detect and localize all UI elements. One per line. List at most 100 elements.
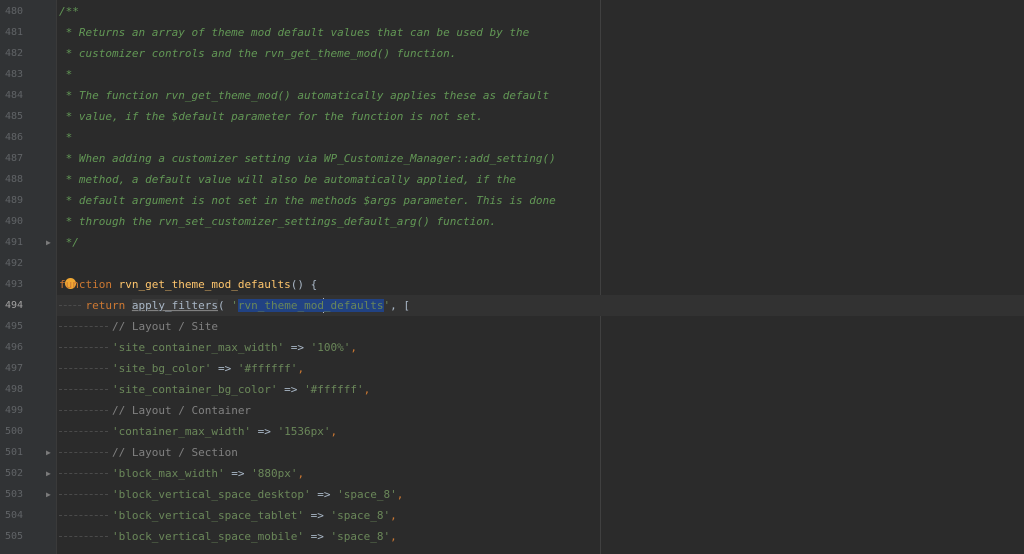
line-number: 489 xyxy=(5,195,24,206)
line-number: 486 xyxy=(5,132,24,143)
gutter-line-493[interactable]: 493 xyxy=(0,274,56,295)
doc-comment-text: /** xyxy=(59,5,79,18)
array-value: '100%' xyxy=(310,341,351,354)
line-number: 493 xyxy=(5,279,24,290)
code-text: * xyxy=(59,64,73,85)
gutter-line-496[interactable]: 496 xyxy=(0,337,56,358)
line-number: 498 xyxy=(5,384,24,395)
array-key: 'block_vertical_space_tablet' xyxy=(111,509,305,522)
gutter-line-491[interactable]: 491 ▶ xyxy=(0,232,56,253)
fold-arrow-icon[interactable]: ▶ xyxy=(46,442,51,463)
line-number: 504 xyxy=(5,510,24,521)
code-text: 'block_vertical_space_desktop' => 'space… xyxy=(59,484,403,505)
line-number: 487 xyxy=(5,153,24,164)
gutter-line-484[interactable]: 484 xyxy=(0,85,56,106)
comma: , xyxy=(297,362,305,375)
gutter-line-502[interactable]: 502 ▶ xyxy=(0,463,56,484)
gutter-line-489[interactable]: 489 xyxy=(0,190,56,211)
code-line-489[interactable]: * default argument is not set in the met… xyxy=(57,190,1024,211)
gutter-line-486[interactable]: 486 xyxy=(0,127,56,148)
gutter-line-497[interactable]: 497 xyxy=(0,358,56,379)
code-line-482[interactable]: * customizer controls and the rvn_get_th… xyxy=(57,43,1024,64)
line-number: 484 xyxy=(5,90,24,101)
gutter-line-501[interactable]: 501 ▶ xyxy=(0,442,56,463)
code-line-497[interactable]: 'site_bg_color' => '#ffffff', xyxy=(57,358,1024,379)
gutter-line-490[interactable]: 490 xyxy=(0,211,56,232)
gutter-line-498[interactable]: 498 xyxy=(0,379,56,400)
code-line-500[interactable]: 'container_max_width' => '1536px', xyxy=(57,421,1024,442)
gutter-line-487[interactable]: 487 xyxy=(0,148,56,169)
comma: , xyxy=(363,383,371,396)
doc-comment-text: * xyxy=(59,131,73,144)
gutter-line-494[interactable]: 494 xyxy=(0,295,56,316)
code-line-493[interactable]: function rvn_get_theme_mod_defaults() { xyxy=(57,274,1024,295)
array-value: 'space_8' xyxy=(337,488,397,501)
line-number: 483 xyxy=(5,69,24,80)
line-comment: // Layout / Section xyxy=(111,446,238,459)
fold-arrow-icon[interactable]: ▶ xyxy=(46,463,51,484)
gutter-line-492[interactable]: 492 xyxy=(0,253,56,274)
code-line-492[interactable] xyxy=(57,253,1024,274)
code-line-483[interactable]: * xyxy=(57,64,1024,85)
indent-guide xyxy=(59,305,82,306)
gutter-line-503[interactable]: 503 ▶ xyxy=(0,484,56,505)
gutter-line-504[interactable]: 504 xyxy=(0,505,56,526)
code-line-487[interactable]: * When adding a customizer setting via W… xyxy=(57,148,1024,169)
array-value: 'space_8' xyxy=(330,509,391,522)
code-line-488[interactable]: * method, a default value will also be a… xyxy=(57,169,1024,190)
code-line-484[interactable]: * The function rvn_get_theme_mod() autom… xyxy=(57,85,1024,106)
code-line-505[interactable]: 'block_vertical_space_mobile' => 'space_… xyxy=(57,526,1024,547)
code-line-485[interactable]: * value, if the $default parameter for t… xyxy=(57,106,1024,127)
line-number: 491 xyxy=(5,237,24,248)
code-line-486[interactable]: * xyxy=(57,127,1024,148)
doc-comment-text: * value, if the $default parameter for t… xyxy=(59,110,483,123)
comma: , xyxy=(396,488,404,501)
code-line-502[interactable]: 'block_max_width' => '880px', xyxy=(57,463,1024,484)
code-text: function rvn_get_theme_mod_defaults() { xyxy=(59,274,317,295)
code-line-501[interactable]: // Layout / Section xyxy=(57,442,1024,463)
code-line-494[interactable]: return apply_filters( 'rvn_theme_mod_def… xyxy=(57,295,1024,316)
code-text: * through the rvn_set_customizer_setting… xyxy=(59,211,496,232)
code-line-481[interactable]: * Returns an array of theme mod default … xyxy=(57,22,1024,43)
code-text: * value, if the $default parameter for t… xyxy=(59,106,483,127)
fold-arrow-icon[interactable]: ▶ xyxy=(46,232,51,253)
code-line-499[interactable]: // Layout / Container xyxy=(57,400,1024,421)
comma: , xyxy=(350,341,358,354)
code-line-480[interactable]: /** xyxy=(57,1,1024,22)
code-line-495[interactable]: // Layout / Site xyxy=(57,316,1024,337)
code-line-503[interactable]: 'block_vertical_space_desktop' => 'space… xyxy=(57,484,1024,505)
code-text: */ xyxy=(59,232,79,253)
gutter-line-481[interactable]: 481 xyxy=(0,22,56,43)
code-line-490[interactable]: * through the rvn_set_customizer_setting… xyxy=(57,211,1024,232)
indent-guide xyxy=(59,473,108,474)
gutter-line-495[interactable]: 495 xyxy=(0,316,56,337)
comma: , xyxy=(390,530,397,543)
line-number: 485 xyxy=(5,111,24,122)
line-number-gutter: 480 481 482 483 484 485 486 487 488 489 490 491 ▶ 492… xyxy=(0,0,57,554)
gutter-line-482[interactable]: 482 xyxy=(0,43,56,64)
indent-guide xyxy=(59,494,108,495)
indent-guide xyxy=(59,368,108,369)
gutter-line-499[interactable]: 499 xyxy=(0,400,56,421)
gutter-line-505[interactable]: 505 xyxy=(0,526,56,547)
gutter-line-483[interactable]: 483 xyxy=(0,64,56,85)
code-line-491[interactable]: */ xyxy=(57,232,1024,253)
code-editor[interactable]: /** * Returns an array of theme mod defa… xyxy=(57,0,1024,554)
array-key: 'block_vertical_space_mobile' xyxy=(111,530,305,543)
doc-comment-text: * xyxy=(59,68,73,81)
arrow-operator: => xyxy=(304,530,331,543)
gutter-line-488[interactable]: 488 xyxy=(0,169,56,190)
line-comment: // Layout / Site xyxy=(111,320,218,333)
gutter-line-480[interactable]: 480 xyxy=(0,1,56,22)
array-key: 'site_bg_color' xyxy=(111,362,212,375)
code-line-504[interactable]: 'block_vertical_space_tablet' => 'space_… xyxy=(57,505,1024,526)
code-text: * Returns an array of theme mod default … xyxy=(59,22,530,43)
gutter-line-485[interactable]: 485 xyxy=(0,106,56,127)
arrow-operator: => xyxy=(304,509,331,522)
fold-arrow-icon[interactable]: ▶ xyxy=(46,484,51,505)
code-line-498[interactable]: 'site_container_bg_color' => '#ffffff', xyxy=(57,379,1024,400)
gutter-line-500[interactable]: 500 xyxy=(0,421,56,442)
code-line-496[interactable]: 'site_container_max_width' => '100%', xyxy=(57,337,1024,358)
array-value: '880px' xyxy=(251,467,298,480)
function-call: apply_filters xyxy=(131,299,218,312)
